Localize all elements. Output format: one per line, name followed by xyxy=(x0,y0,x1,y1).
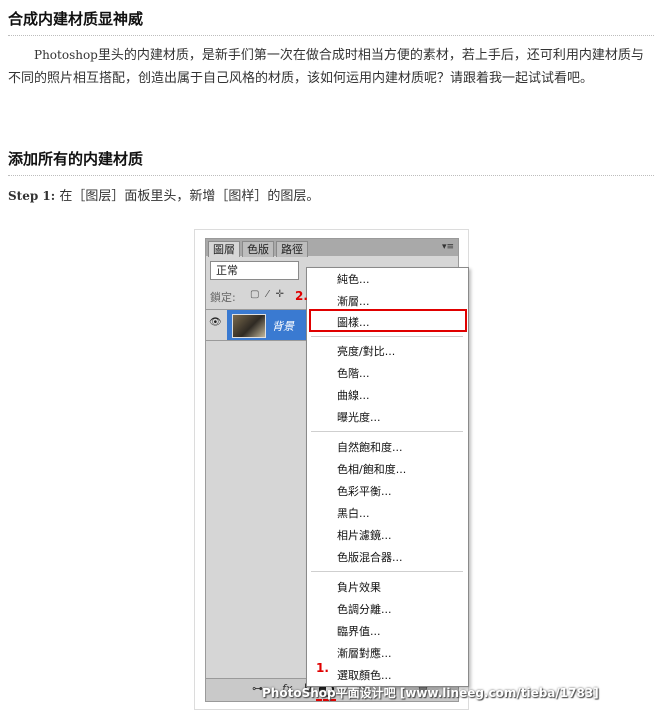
menu-item-threshold[interactable]: 臨界值... xyxy=(337,623,381,639)
layer-thumbnail xyxy=(232,314,266,338)
menu-separator xyxy=(311,431,463,432)
menu-item-photo-filter[interactable]: 相片濾鏡... xyxy=(337,527,392,543)
menu-item-selective-color[interactable]: 選取顏色... xyxy=(337,667,392,683)
menu-item-channel-mixer[interactable]: 色版混合器... xyxy=(337,549,403,565)
layers-panel-screenshot: 圖層 色版 路徑 ▾≡ 正常 鎖定: ▢ ⁄ ✛ 👁 背景 ⊶ fx ◘ ▭ ❐… xyxy=(194,229,469,710)
menu-item-gradient-map[interactable]: 漸層對應... xyxy=(337,645,392,661)
menu-item-curves[interactable]: 曲線... xyxy=(337,387,370,403)
menu-item-invert[interactable]: 負片效果 xyxy=(337,579,381,595)
intro-latin: Photoshop xyxy=(34,48,98,62)
menu-item-brightness-contrast[interactable]: 亮度/對比... xyxy=(337,343,395,359)
intro-paragraph: Photoshop里头的内建材质，是新手们第一次在做合成时相当方便的素材，若上手… xyxy=(8,44,656,90)
eye-icon[interactable]: 👁 xyxy=(209,317,222,328)
menu-item-black-white[interactable]: 黑白... xyxy=(337,505,370,521)
step-text: 在［图层］面板里头，新增［图样］的图层。 xyxy=(59,189,320,204)
intro-rest: 里头的内建材质，是新手们第一次在做合成时相当方便的素材，若上手后，还可利用内建材… xyxy=(8,48,644,86)
tab-layers[interactable]: 圖層 xyxy=(208,241,240,257)
blend-mode-select[interactable]: 正常 xyxy=(210,261,299,280)
menu-item-hue-saturation[interactable]: 色相/飽和度... xyxy=(337,461,406,477)
step-marker-2: 2. xyxy=(295,289,308,303)
menu-item-vibrance[interactable]: 自然飽和度... xyxy=(337,439,403,455)
panel-tabs: 圖層 色版 路徑 ▾≡ xyxy=(206,239,458,257)
menu-item-solid-color[interactable]: 純色... xyxy=(337,271,370,287)
menu-item-color-balance[interactable]: 色彩平衡... xyxy=(337,483,392,499)
step-label: Step 1: xyxy=(8,189,56,203)
menu-item-gradient[interactable]: 漸層... xyxy=(337,293,370,309)
menu-separator xyxy=(311,571,463,572)
menu-separator xyxy=(311,336,463,337)
panel-menu-icon[interactable]: ▾≡ xyxy=(442,242,454,252)
step-marker-1: 1. xyxy=(316,661,329,675)
adjustment-menu: 純色... 漸層... 圖樣... 亮度/對比... 色階... 曲線... 曝… xyxy=(306,267,469,687)
section-title-1: 合成内建材质显神威 xyxy=(8,8,654,36)
menu-item-posterize[interactable]: 色調分離... xyxy=(337,601,392,617)
pattern-highlight-box xyxy=(309,309,467,332)
watermark: PhotoShop平面设计吧 [www.lineeg.com/tieba/178… xyxy=(262,686,599,700)
menu-item-levels[interactable]: 色階... xyxy=(337,365,370,381)
layers-panel: 圖層 色版 路徑 ▾≡ 正常 鎖定: ▢ ⁄ ✛ 👁 背景 ⊶ fx ◘ ▭ ❐… xyxy=(205,238,469,702)
section-title-2: 添加所有的内建材质 xyxy=(8,148,654,176)
layer-name: 背景 xyxy=(272,320,294,333)
menu-item-exposure[interactable]: 曝光度... xyxy=(337,409,381,425)
tab-channels[interactable]: 色版 xyxy=(242,241,274,257)
lock-icons[interactable]: ▢ ⁄ ✛ xyxy=(250,289,286,300)
lock-label: 鎖定: xyxy=(210,291,236,304)
step-1: Step 1: 在［图层］面板里头，新增［图样］的图层。 xyxy=(8,185,319,204)
tab-paths[interactable]: 路徑 xyxy=(276,241,308,257)
